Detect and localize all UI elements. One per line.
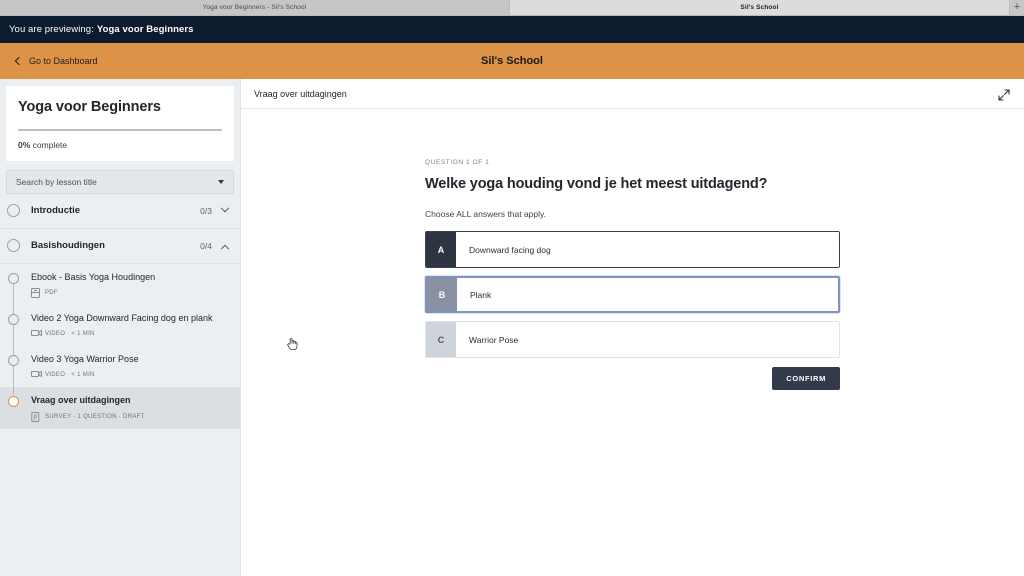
site-header: Go to Dashboard Sil's School	[0, 43, 1024, 79]
answer-text: Warrior Pose	[469, 334, 519, 345]
circle-icon	[7, 239, 20, 253]
course-progress-card: Yoga voor Beginners 0% complete	[6, 86, 234, 161]
lesson-title: Vraag over uitdagingen	[31, 395, 131, 406]
preview-banner: You are previewing: Yoga voor Beginners	[0, 16, 1024, 43]
app-body: Yoga voor Beginners 0% complete Search b…	[0, 79, 1024, 576]
question-counter: QUESTION 1 OF 1	[425, 159, 490, 166]
browser-tab-0-title: Yoga voor Beginners - Sil's School	[202, 4, 307, 11]
video-icon	[31, 370, 42, 380]
circle-icon	[7, 204, 20, 218]
list-item[interactable]: Video 3 Yoga Warrior Pose VIDEO · < 1 MI…	[0, 346, 240, 397]
lesson-title: Video 3 Yoga Warrior Pose	[31, 354, 139, 365]
chevron-left-icon	[14, 56, 24, 66]
course-sidebar: Yoga voor Beginners 0% complete Search b…	[0, 79, 241, 576]
lesson-list: Ebook - Basis Yoga Houdingen PDF Video 2…	[0, 264, 240, 429]
lesson-meta-text: SURVEY · 1 QUESTION · DRAFT	[45, 413, 145, 420]
answer-options-list: A Downward facing dog B Plank C Warrior …	[287, 231, 840, 358]
main-content: Vraag over uitdagingen QUESTION 1 OF 1 W…	[241, 79, 1024, 576]
chevron-down-icon[interactable]	[220, 203, 230, 213]
answer-option-c[interactable]: C Warrior Pose	[425, 321, 840, 358]
progress-complete-word: complete	[30, 139, 68, 150]
lesson-meta: PDF	[31, 287, 228, 298]
lesson-meta-text: VIDEO · < 1 MIN	[45, 372, 95, 379]
survey-icon	[31, 411, 40, 422]
lesson-body: Vraag over uitdagingen SURVEY · 1 QUESTI…	[31, 395, 228, 422]
answer-option-a[interactable]: A Downward facing dog	[425, 231, 840, 268]
lesson-search-placeholder: Search by lesson title	[16, 176, 97, 187]
go-to-dashboard-link[interactable]: Go to Dashboard	[14, 56, 98, 66]
progress-percent-value: 0%	[18, 139, 31, 150]
answer-option-b[interactable]: B Plank	[287, 276, 840, 350]
sidebar-section-count: 0/4	[200, 240, 212, 251]
pdf-icon	[31, 287, 40, 298]
chevron-down-icon	[218, 179, 224, 184]
main-header: Vraag over uitdagingen	[241, 79, 1024, 109]
answer-letter-badge: B	[427, 278, 457, 311]
main-header-title: Vraag over uitdagingen	[254, 88, 347, 99]
school-name-title: Sil's School	[481, 55, 543, 67]
lesson-bullet-column	[7, 313, 20, 356]
browser-tab-bar: Yoga voor Beginners - Sil's School Sil's…	[0, 0, 1024, 16]
lesson-meta: SURVEY · 1 QUESTION · DRAFT	[31, 411, 228, 422]
timeline-connector	[12, 324, 15, 356]
answer-letter-badge: C	[426, 322, 456, 357]
new-tab-button[interactable]: +	[1010, 0, 1024, 15]
circle-icon-active	[8, 396, 19, 408]
confirm-row: CONFIRM	[425, 367, 840, 390]
video-icon	[31, 329, 42, 339]
circle-icon	[8, 313, 19, 325]
lesson-title: Video 2 Yoga Downward Facing dog en plan…	[31, 312, 213, 323]
lesson-meta: VIDEO · < 1 MIN	[31, 329, 228, 339]
list-item-active[interactable]: Vraag over uitdagingen SURVEY · 1 QUESTI…	[0, 387, 240, 429]
list-item[interactable]: Video 2 Yoga Downward Facing dog en plan…	[0, 305, 240, 356]
answer-letter-badge: A	[426, 232, 456, 267]
answer-text: Downward facing dog	[469, 244, 551, 255]
quiz-container: QUESTION 1 OF 1 Welke yoga houding vond …	[287, 109, 840, 390]
progress-bar	[18, 128, 222, 131]
preview-course-name: Yoga voor Beginners	[96, 24, 194, 35]
preview-prefix-label: You are previewing:	[9, 24, 94, 35]
lesson-search-select[interactable]: Search by lesson title	[6, 169, 234, 194]
confirm-button[interactable]: CONFIRM	[772, 367, 840, 390]
timeline-connector	[12, 283, 15, 314]
question-title: Welke yoga houding vond je het meest uit…	[425, 176, 768, 192]
lesson-meta-text: PDF	[45, 289, 58, 296]
go-to-dashboard-label: Go to Dashboard	[29, 56, 98, 66]
lesson-meta: VIDEO · < 1 MIN	[31, 370, 228, 380]
lesson-bullet-column	[7, 272, 20, 314]
progress-label: 0% complete	[18, 140, 222, 150]
lesson-body: Video 3 Yoga Warrior Pose VIDEO · < 1 MI…	[31, 354, 228, 380]
lesson-title: Ebook - Basis Yoga Houdingen	[31, 271, 156, 282]
question-instruction: Choose ALL answers that apply.	[425, 209, 546, 219]
browser-tab-1[interactable]: Sil's School	[510, 0, 1010, 15]
browser-tab-0[interactable]: Yoga voor Beginners - Sil's School	[0, 0, 510, 15]
browser-tab-1-title: Sil's School	[740, 4, 779, 11]
lesson-body: Ebook - Basis Yoga Houdingen PDF	[31, 272, 228, 298]
sidebar-section-basishoudingen[interactable]: Basishoudingen 0/4	[0, 229, 240, 264]
circle-icon	[8, 355, 19, 367]
circle-icon	[8, 272, 19, 284]
timeline-connector	[12, 366, 15, 397]
sidebar-section-count: 0/3	[200, 205, 212, 216]
lesson-meta-text: VIDEO · < 1 MIN	[45, 331, 95, 338]
lesson-bullet-column	[7, 395, 20, 421]
sidebar-section-label: Basishoudingen	[31, 240, 105, 252]
lesson-body: Video 2 Yoga Downward Facing dog en plan…	[31, 313, 228, 339]
list-item[interactable]: Ebook - Basis Yoga Houdingen PDF	[0, 264, 240, 314]
course-title: Yoga voor Beginners	[18, 99, 161, 115]
plus-icon: +	[1013, 1, 1021, 13]
answer-text: Plank	[470, 289, 492, 300]
chevron-up-icon[interactable]	[220, 244, 230, 253]
expand-icon[interactable]	[998, 88, 1010, 101]
lesson-bullet-column	[7, 354, 20, 397]
sidebar-section-introductie[interactable]: Introductie 0/3	[0, 194, 240, 229]
main-scroll-area: QUESTION 1 OF 1 Welke yoga houding vond …	[241, 109, 1024, 576]
sidebar-section-label: Introductie	[31, 205, 81, 217]
